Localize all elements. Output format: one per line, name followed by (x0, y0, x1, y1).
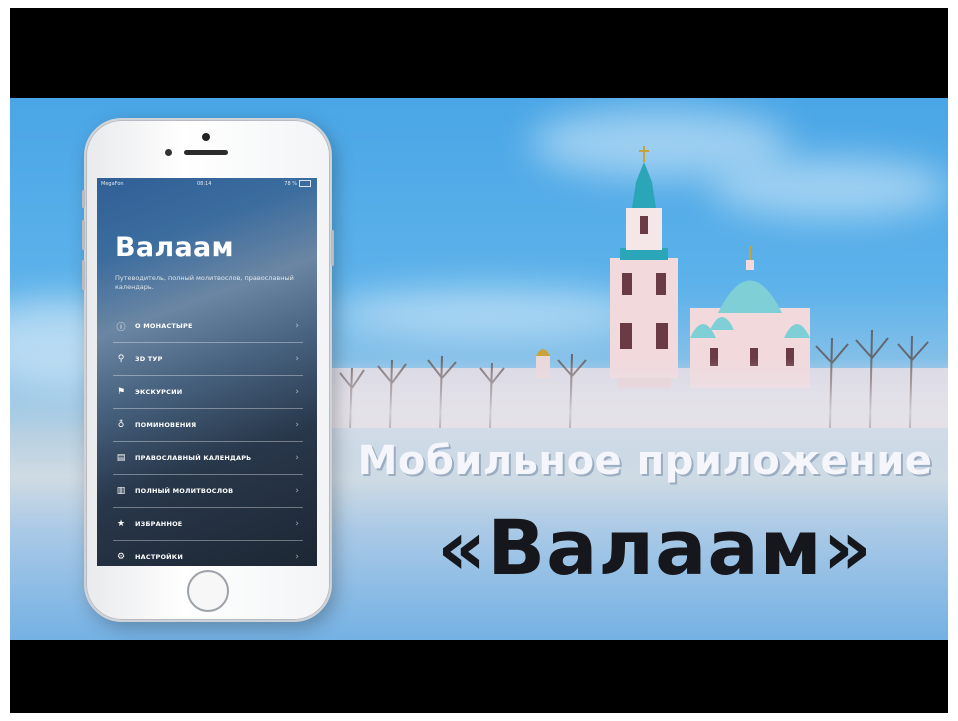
chevron-right-icon: › (295, 453, 299, 463)
chevron-right-icon: › (295, 519, 299, 529)
menu-item-excursions[interactable]: ⚑ Экскурсии › (113, 376, 303, 409)
menu-item-label: Избранное (135, 520, 183, 528)
menu-item-label: Настройки (135, 553, 183, 561)
book-icon: ▥ (116, 486, 126, 496)
home-button[interactable] (187, 570, 229, 612)
menu-item-favorites[interactable]: ★ Избранное › (113, 508, 303, 541)
app-subtitle: Путеводитель, полный молитвослов, правос… (115, 274, 294, 291)
battery-icon (299, 180, 311, 187)
banner-scene: Мобильное приложение «Валаам» MegaFon 08… (10, 98, 948, 640)
chevron-right-icon: › (295, 420, 299, 430)
phone-power-button (331, 230, 334, 266)
sensor-icon (165, 149, 172, 156)
headline-subtitle: Мобильное приложение (357, 438, 933, 484)
menu-item-label: 3D тур (135, 355, 163, 363)
menu-item-about[interactable]: ⓘ О монастыре › (113, 310, 303, 343)
carrier-label: MegaFon (101, 181, 124, 187)
candle-icon: ♁ (117, 420, 125, 430)
battery-label: 78 % (284, 181, 297, 187)
info-icon: ⓘ (116, 322, 126, 333)
gear-icon: ⚙ (116, 552, 126, 562)
camera-icon (202, 133, 210, 141)
chevron-right-icon: › (295, 354, 299, 364)
star-icon: ★ (116, 519, 126, 529)
menu-item-settings[interactable]: ⚙ Настройки › (113, 541, 303, 566)
menu-item-commemorations[interactable]: ♁ Поминовения › (113, 409, 303, 442)
menu-item-calendar[interactable]: ▤ Православный календарь › (113, 442, 303, 475)
menu-item-label: Православный календарь (135, 454, 252, 462)
main-menu: ⓘ О монастыре › ⚲ 3D тур › ⚑ Экскурсии › (113, 310, 303, 566)
chevron-right-icon: › (295, 486, 299, 496)
menu-item-label: Экскурсии (135, 388, 183, 396)
menu-item-3d-tour[interactable]: ⚲ 3D тур › (113, 343, 303, 376)
menu-item-label: Полный молитвослов (135, 487, 234, 495)
phone-mockup: MegaFon 08:14 78 % Валаам Путеводитель, … (82, 118, 334, 622)
phone-volume-up (82, 220, 85, 250)
app-title: Валаам (115, 232, 234, 263)
chevron-right-icon: › (295, 321, 299, 331)
headline-title: «Валаам» (437, 503, 873, 592)
menu-item-prayer-book[interactable]: ▥ Полный молитвослов › (113, 475, 303, 508)
calendar-icon: ▤ (116, 453, 126, 463)
phone-screen: MegaFon 08:14 78 % Валаам Путеводитель, … (97, 178, 317, 566)
map-pin-icon: ⚲ (117, 354, 125, 364)
earpiece (184, 150, 228, 155)
battery-indicator: 78 % (284, 178, 311, 190)
bell-tower (610, 146, 678, 388)
menu-item-label: О монастыре (135, 322, 193, 330)
phone-volume-down (82, 260, 85, 290)
menu-item-label: Поминовения (135, 421, 197, 429)
video-frame: Мобильное приложение «Валаам» MegaFon 08… (10, 8, 948, 713)
phone-mute-switch (82, 190, 85, 208)
flag-icon: ⚑ (116, 387, 126, 397)
chevron-right-icon: › (295, 387, 299, 397)
chevron-right-icon: › (295, 552, 299, 562)
status-bar: MegaFon 08:14 78 % (97, 178, 317, 190)
status-time: 08:14 (197, 181, 212, 187)
